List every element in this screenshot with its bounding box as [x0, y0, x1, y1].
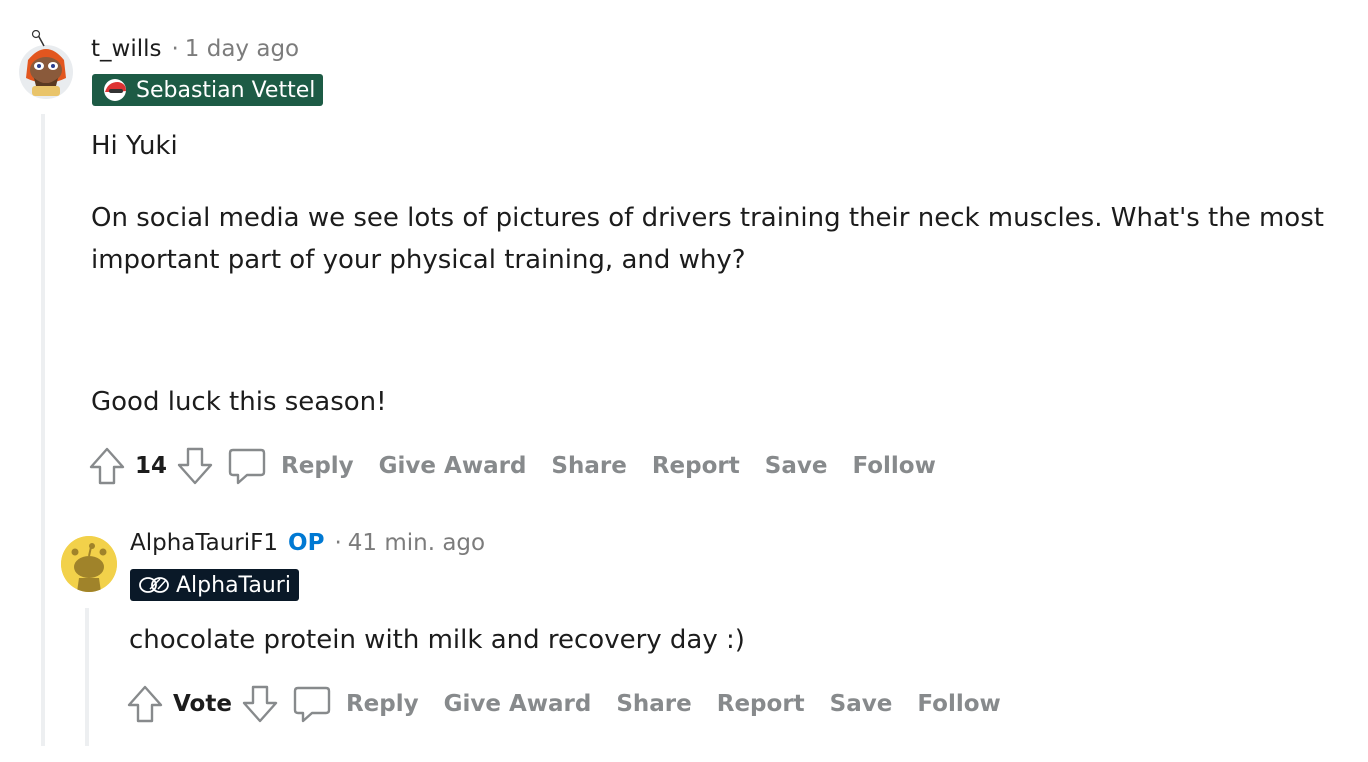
- follow-button[interactable]: Follow: [917, 691, 1000, 717]
- thread-collapse-line[interactable]: [85, 608, 89, 746]
- share-button[interactable]: Share: [551, 453, 626, 479]
- arrow-up-icon: [127, 685, 163, 723]
- flair-label: AlphaTauri: [176, 572, 291, 598]
- follow-button[interactable]: Follow: [852, 453, 935, 479]
- user-avatar[interactable]: [61, 536, 117, 592]
- save-button[interactable]: Save: [765, 453, 828, 479]
- comment-action-bar: 14 Reply Give Award Share Report Save Fo…: [87, 444, 961, 488]
- upvote-button[interactable]: [125, 682, 165, 726]
- user-flair: Sebastian Vettel: [92, 74, 324, 106]
- give-award-button[interactable]: Give Award: [444, 691, 592, 717]
- save-button[interactable]: Save: [830, 691, 893, 717]
- comment-paragraph: Good luck this season!: [91, 387, 387, 417]
- comment-action-bar: Vote Reply Give Award Share Report Save …: [125, 682, 1026, 726]
- thread-collapse-line[interactable]: [41, 114, 45, 746]
- report-button[interactable]: Report: [717, 691, 805, 717]
- comment-bubble-icon: [228, 448, 266, 485]
- flair-label: Sebastian Vettel: [136, 77, 316, 103]
- downvote-button[interactable]: [240, 682, 280, 726]
- reply-button[interactable]: [292, 684, 332, 724]
- comment-header: t_wills · 1 day ago: [91, 36, 299, 62]
- user-avatar[interactable]: [18, 29, 74, 100]
- vote-score: Vote: [173, 691, 232, 717]
- snoo-avatar-icon: [61, 536, 117, 592]
- arrow-down-icon: [242, 685, 278, 723]
- comment-bubble-icon: [293, 686, 331, 723]
- snoo-avatar-icon: [19, 29, 73, 99]
- username-link[interactable]: t_wills: [91, 36, 161, 62]
- arrow-down-icon: [177, 447, 213, 485]
- alphatauri-logo-icon: [138, 574, 170, 596]
- helmet-icon: [100, 78, 130, 102]
- comment-thread: t_wills · 1 day ago Sebastian Vettel Hi …: [0, 0, 1368, 762]
- comment-header: AlphaTauriF1 OP · 41 min. ago: [130, 530, 485, 556]
- op-badge: OP: [288, 530, 325, 556]
- share-button[interactable]: Share: [616, 691, 691, 717]
- comment-paragraph: Hi Yuki: [91, 131, 178, 161]
- separator-dot: ·: [171, 36, 179, 62]
- comment-paragraph: chocolate protein with milk and recovery…: [129, 625, 745, 655]
- reply-link[interactable]: Reply: [281, 453, 354, 479]
- report-button[interactable]: Report: [652, 453, 740, 479]
- comment-paragraph: On social media we see lots of pictures …: [91, 203, 1324, 275]
- give-award-button[interactable]: Give Award: [379, 453, 527, 479]
- user-flair: AlphaTauri: [130, 569, 299, 601]
- reply-link[interactable]: Reply: [346, 691, 419, 717]
- arrow-up-icon: [89, 447, 125, 485]
- vote-score: 14: [135, 453, 168, 479]
- separator-dot: ·: [334, 530, 342, 556]
- username-link[interactable]: AlphaTauriF1: [130, 530, 278, 556]
- timestamp-link[interactable]: 1 day ago: [185, 36, 299, 62]
- timestamp-link[interactable]: 41 min. ago: [348, 530, 485, 556]
- upvote-button[interactable]: [87, 444, 127, 488]
- downvote-button[interactable]: [175, 444, 215, 488]
- reply-button[interactable]: [227, 446, 267, 486]
